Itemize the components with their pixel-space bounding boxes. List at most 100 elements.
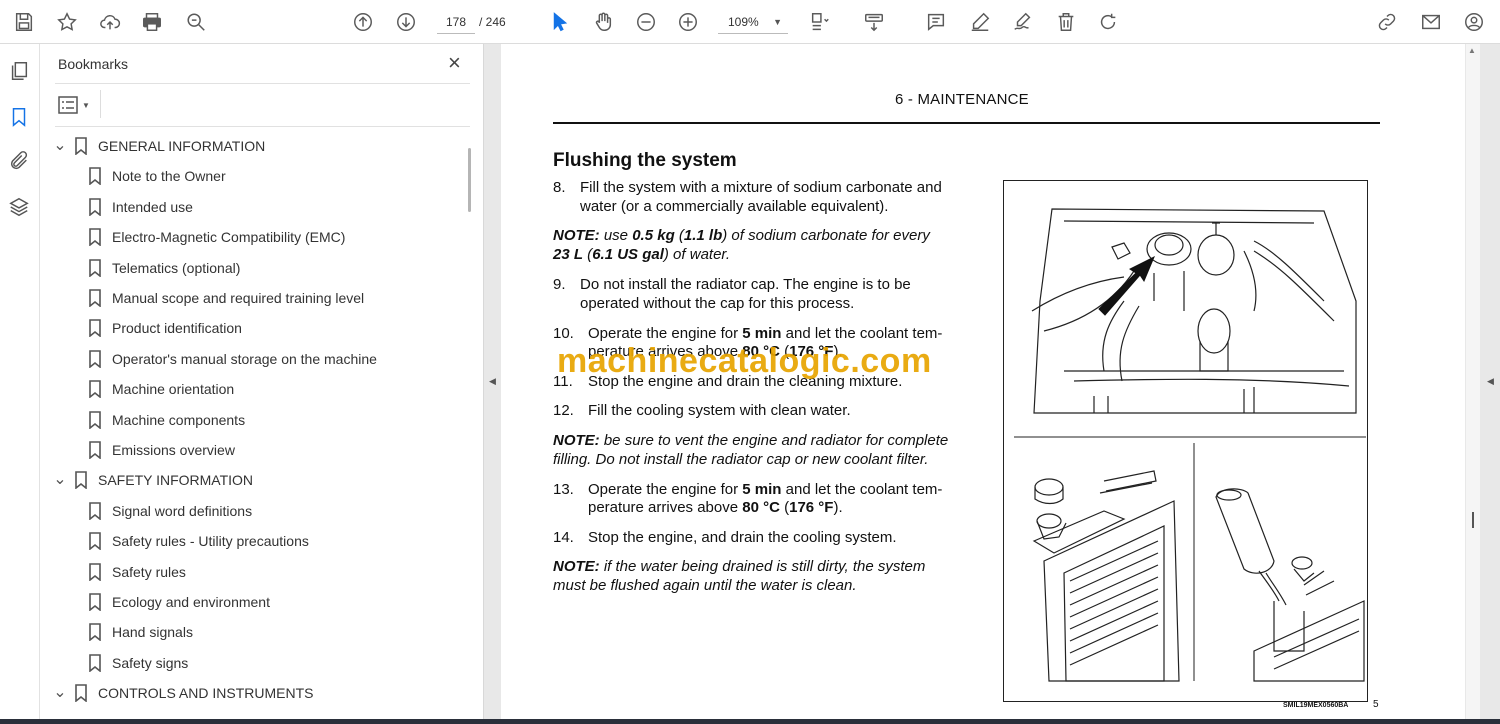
layers-icon[interactable] bbox=[8, 196, 32, 220]
document-scrollbar[interactable] bbox=[1466, 44, 1480, 720]
zoom-out-icon[interactable] bbox=[632, 8, 660, 36]
collapse-panel-icon[interactable]: ◀ bbox=[489, 376, 496, 387]
bookmark-item[interactable]: Safety rules - Utility precautions bbox=[88, 526, 309, 556]
bookmark-item[interactable]: Safety rules bbox=[88, 557, 186, 587]
step-text-part: ( bbox=[779, 499, 790, 516]
bookmark-label: Telematics (optional) bbox=[112, 259, 241, 276]
step-text-part: and let the coolant tem- bbox=[781, 325, 943, 342]
chevron-down-icon[interactable]: ⌄ bbox=[52, 472, 68, 488]
step-text: Operate the engine for 5 min and let the… bbox=[588, 324, 942, 343]
bookmarks-scrollbar[interactable] bbox=[468, 148, 471, 212]
chevron-down-icon[interactable]: ⌄ bbox=[52, 138, 68, 154]
zoom-search-icon[interactable] bbox=[182, 8, 210, 36]
bookmark-item[interactable]: Product identification bbox=[88, 313, 242, 343]
expand-right-panel-icon[interactable]: ◀ bbox=[1487, 376, 1494, 387]
taskbar-edge bbox=[0, 719, 1500, 724]
bookmark-star-icon[interactable] bbox=[53, 8, 81, 36]
scroll-thumb[interactable] bbox=[1472, 512, 1474, 528]
bookmark-flag-icon bbox=[88, 532, 102, 551]
account-icon[interactable] bbox=[1460, 8, 1488, 36]
scroll-mode-icon[interactable] bbox=[860, 8, 888, 36]
divider bbox=[55, 126, 470, 127]
bookmark-label: Signal word definitions bbox=[112, 502, 253, 519]
note-value: 1.1 lb bbox=[683, 227, 723, 244]
bookmark-item[interactable]: Hand signals bbox=[88, 617, 193, 647]
bookmark-flag-icon bbox=[88, 228, 102, 247]
navigation-rail bbox=[0, 44, 40, 724]
bookmark-item[interactable]: Ecology and environment bbox=[88, 587, 270, 617]
chevron-down-icon[interactable]: ⌄ bbox=[52, 685, 68, 701]
divider bbox=[100, 90, 101, 118]
page-thumbnails-icon[interactable] bbox=[8, 60, 32, 84]
bookmark-section[interactable]: ⌄ CONTROLS AND INSTRUMENTS bbox=[52, 678, 313, 708]
highlight-pen-icon[interactable] bbox=[966, 8, 994, 36]
header-rule bbox=[553, 122, 1380, 124]
bookmark-section[interactable]: ⌄ SAFETY INFORMATION bbox=[52, 465, 253, 495]
share-link-icon[interactable] bbox=[1373, 8, 1401, 36]
note-label: NOTE: bbox=[553, 227, 600, 244]
previous-page-icon[interactable] bbox=[349, 8, 377, 36]
note-value: 0.5 kg bbox=[632, 227, 675, 244]
bookmark-item[interactable]: Machine components bbox=[88, 405, 245, 435]
email-icon[interactable] bbox=[1417, 8, 1445, 36]
step-text: perature arrives above 80 °C (176 °F). bbox=[588, 498, 843, 517]
bookmark-flag-icon bbox=[74, 684, 88, 703]
chevron-down-icon: ▼ bbox=[82, 100, 90, 110]
bookmarks-icon[interactable] bbox=[8, 106, 32, 130]
bookmark-flag-icon bbox=[88, 319, 102, 339]
bookmark-label: Emissions overview bbox=[112, 442, 235, 458]
zoom-level-value: 109% bbox=[728, 15, 759, 29]
page-header: 6 - MAINTENANCE bbox=[895, 91, 1029, 108]
bookmark-label: Hand signals bbox=[112, 624, 193, 641]
select-cursor-icon[interactable] bbox=[546, 8, 574, 36]
bookmark-label: CONTROLS AND INSTRUMENTS bbox=[98, 685, 314, 702]
page-display-icon[interactable] bbox=[806, 8, 834, 36]
divider bbox=[55, 83, 470, 84]
save-icon[interactable] bbox=[10, 8, 38, 36]
bookmark-section[interactable]: ⌄ GENERAL INFORMATION bbox=[52, 131, 265, 161]
draw-signature-icon[interactable] bbox=[1009, 8, 1037, 36]
bookmark-options-button[interactable]: ▼ bbox=[58, 94, 98, 116]
cloud-upload-icon[interactable] bbox=[96, 8, 124, 36]
bookmark-item[interactable]: Emissions overview bbox=[88, 435, 235, 465]
bookmark-item[interactable]: Electro-Magnetic Compatibility (EMC) bbox=[88, 222, 345, 252]
bookmark-item[interactable]: Intended use bbox=[88, 192, 193, 222]
zoom-level-select[interactable]: 109% ▼ bbox=[718, 10, 788, 34]
page-number-input[interactable]: 178 bbox=[437, 10, 475, 34]
undo-icon[interactable] bbox=[1094, 8, 1122, 36]
note-text-part: if the water being drained is still dirt… bbox=[599, 558, 926, 575]
print-icon[interactable] bbox=[138, 8, 166, 36]
bookmark-item[interactable]: Machine orientation bbox=[88, 374, 234, 404]
comment-icon[interactable] bbox=[922, 8, 950, 36]
note-text: filling. Do not install the radiator cap… bbox=[553, 451, 929, 468]
bookmark-item[interactable]: Manual scope and required training level bbox=[88, 283, 364, 313]
delete-trash-icon[interactable] bbox=[1052, 8, 1080, 36]
bookmark-flag-icon bbox=[74, 137, 88, 156]
attachments-icon[interactable] bbox=[8, 150, 32, 174]
note-text: NOTE: be sure to vent the engine and rad… bbox=[553, 431, 969, 450]
bookmark-flag-icon bbox=[88, 653, 102, 673]
bookmark-item[interactable]: Safety signs bbox=[88, 648, 188, 678]
bookmark-label: Machine components bbox=[112, 411, 246, 428]
step-text: Operate the engine for 5 min and let the… bbox=[588, 480, 942, 499]
close-icon[interactable]: × bbox=[448, 52, 461, 74]
maintenance-illustration bbox=[1003, 180, 1368, 702]
hand-tool-icon[interactable] bbox=[589, 8, 617, 36]
bookmark-flag-icon bbox=[88, 258, 102, 278]
bookmark-item[interactable]: Telematics (optional) bbox=[88, 253, 240, 283]
watermark-text: machinecatalogic.com bbox=[557, 342, 932, 380]
bookmark-label: Ecology and environment bbox=[112, 594, 270, 610]
next-page-icon[interactable] bbox=[392, 8, 420, 36]
bookmark-flag-icon bbox=[88, 562, 102, 582]
note-value: 23 L bbox=[553, 246, 584, 263]
scroll-up-icon[interactable]: ▲ bbox=[1468, 46, 1476, 55]
step-text-part: Operate the engine for bbox=[588, 325, 743, 342]
bookmark-item[interactable]: Note to the Owner bbox=[88, 161, 226, 191]
bookmark-item[interactable]: Operator's manual storage on the machine bbox=[88, 344, 377, 374]
bookmark-item[interactable]: Signal word definitions bbox=[88, 496, 252, 526]
zoom-in-icon[interactable] bbox=[674, 8, 702, 36]
bookmark-flag-icon bbox=[88, 197, 102, 217]
step-text-part: perature arrives above bbox=[588, 499, 743, 516]
bookmark-flag-icon bbox=[88, 623, 102, 643]
printed-page-number: 5 bbox=[1373, 699, 1379, 710]
